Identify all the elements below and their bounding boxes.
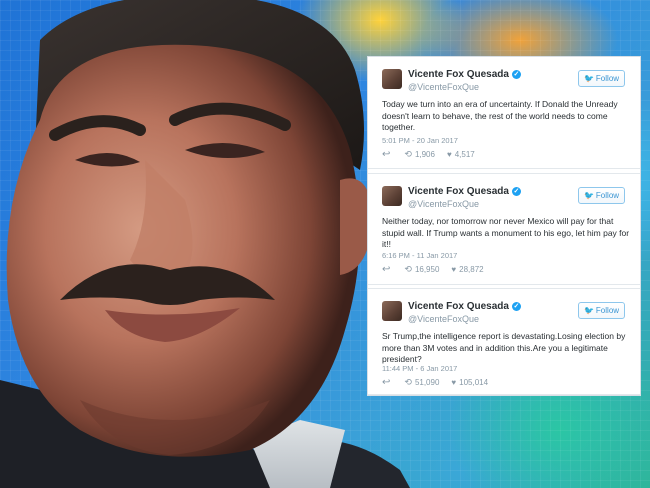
heart-icon[interactable]: ♥ (451, 378, 456, 387)
follow-label: Follow (595, 74, 620, 83)
tweet-card: Vicente Fox Quesada ✓ @VicenteFoxQue 🐦 Fol… (368, 173, 640, 285)
retweet-icon[interactable]: ⟲ (404, 149, 412, 160)
tweet-timestamp[interactable]: 6:16 PM - 11 Jan 2017 (382, 251, 457, 260)
follow-button[interactable]: 🐦 Follow (578, 187, 625, 204)
follow-button[interactable]: 🐦 Follow (578, 302, 625, 319)
retweet-count: 1,906 (414, 150, 435, 159)
author-handle[interactable]: @VicenteFoxQue (408, 199, 479, 209)
avatar[interactable] (382, 301, 402, 321)
twitter-bird-icon: 🐦 (583, 191, 594, 200)
author-handle[interactable]: @VicenteFoxQue (408, 82, 479, 92)
tweet-actions: ↩ ⟲ 1,906 ♥ 4,517 (382, 149, 475, 160)
avatar[interactable] (382, 69, 402, 89)
tweet-text: Today we turn into an era of uncertainty… (382, 99, 618, 132)
tweet-text: Sr Trump,the intelligence report is deva… (382, 331, 626, 364)
like-count: 4,517 (454, 150, 475, 159)
reply-icon[interactable]: ↩ (382, 264, 390, 275)
retweet-icon[interactable]: ⟲ (404, 377, 412, 388)
verified-badge-icon: ✓ (511, 302, 521, 311)
author-name-text: Vicente Fox Quesada (408, 186, 509, 197)
tweet-card: Vicente Fox Quesada ✓ @VicenteFoxQue 🐦 Fol… (368, 57, 640, 169)
heart-icon[interactable]: ♥ (447, 150, 452, 159)
author-handle[interactable]: @VicenteFoxQue (408, 314, 479, 324)
tweet-timestamp[interactable]: 11:44 PM - 6 Jan 2017 (382, 364, 457, 373)
avatar[interactable] (382, 186, 402, 206)
author-name-text: Vicente Fox Quesada (408, 69, 509, 80)
like-count: 105,014 (459, 378, 489, 387)
verified-badge-icon: ✓ (511, 70, 521, 79)
follow-label: Follow (595, 191, 620, 200)
tweet-text: Neither today, nor tomorrow nor never Me… (382, 216, 630, 249)
follow-label: Follow (595, 306, 620, 315)
author-name[interactable]: Vicente Fox Quesada ✓ (408, 69, 521, 80)
reply-icon[interactable]: ↩ (382, 377, 390, 388)
verified-badge-icon: ✓ (511, 187, 521, 196)
retweet-count: 16,950 (414, 265, 440, 274)
tweet-embed-panel: Vicente Fox Quesada ✓ @VicenteFoxQue 🐦 Fol… (368, 57, 640, 395)
author-name[interactable]: Vicente Fox Quesada ✓ (408, 301, 521, 312)
like-count: 28,872 (459, 265, 484, 274)
twitter-bird-icon: 🐦 (583, 74, 594, 83)
twitter-bird-icon: 🐦 (583, 306, 594, 315)
tweet-timestamp[interactable]: 5:01 PM - 20 Jan 2017 (382, 136, 458, 145)
heart-icon[interactable]: ♥ (451, 265, 456, 274)
tweet-card: Vicente Fox Quesada ✓ @VicenteFoxQue 🐦 Fol… (368, 288, 640, 395)
reply-icon[interactable]: ↩ (382, 149, 390, 160)
follow-button[interactable]: 🐦 Follow (578, 70, 625, 87)
tweet-actions: ↩ ⟲ 16,950 ♥ 28,872 (382, 264, 484, 275)
author-name[interactable]: Vicente Fox Quesada ✓ (408, 186, 521, 197)
retweet-icon[interactable]: ⟲ (404, 264, 412, 275)
retweet-count: 51,090 (414, 378, 440, 387)
tweet-actions: ↩ ⟲ 51,090 ♥ 105,014 (382, 377, 488, 388)
author-name-text: Vicente Fox Quesada (408, 301, 509, 312)
